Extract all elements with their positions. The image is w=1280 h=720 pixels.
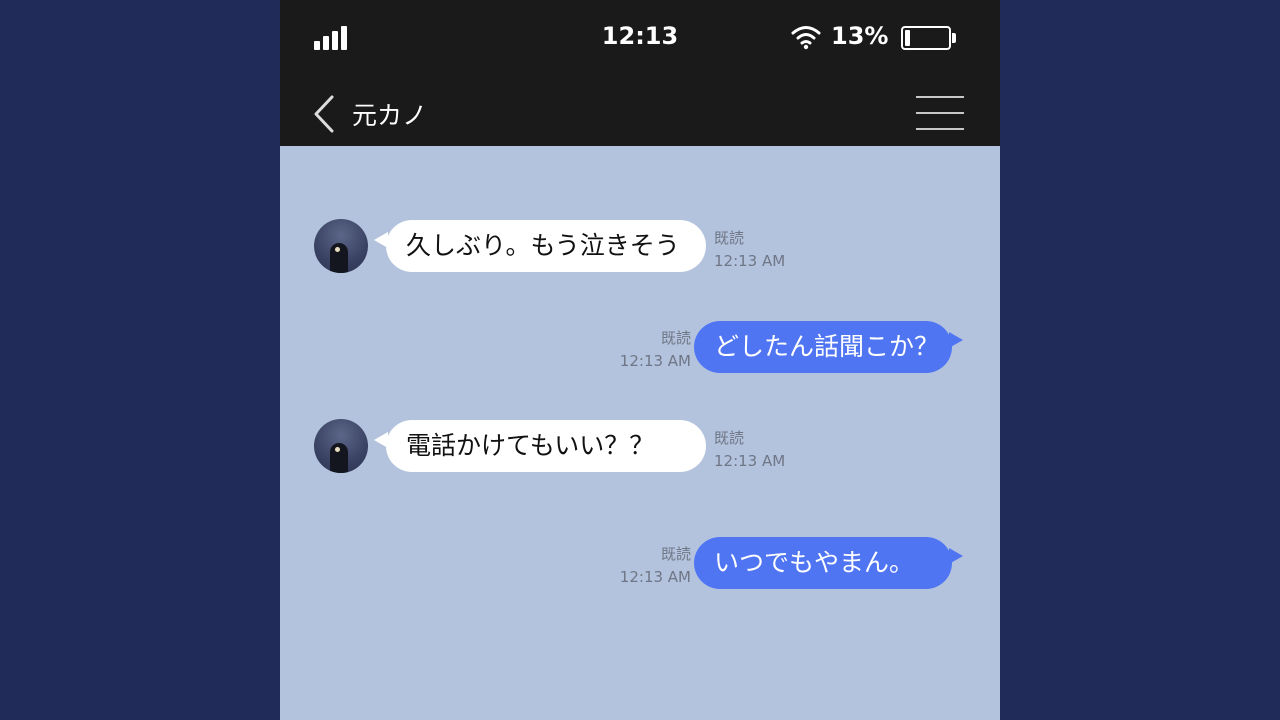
bubble-tail xyxy=(949,548,963,564)
read-receipt: 既読 xyxy=(714,229,745,247)
back-chevron-icon[interactable] xyxy=(310,94,340,134)
chat-title[interactable]: 元カノ xyxy=(352,96,427,132)
battery-cap xyxy=(952,33,956,43)
status-time: 12:13 xyxy=(601,22,679,50)
top-bar: 12:13 13% 元カノ xyxy=(280,0,1000,146)
message-bubble-outgoing[interactable]: いつでもやまん。 xyxy=(694,537,952,589)
read-receipt: 既読 xyxy=(660,329,691,347)
message-time: 12:13 AM xyxy=(619,352,691,370)
contact-avatar[interactable] xyxy=(314,419,368,473)
contact-avatar[interactable] xyxy=(314,219,368,273)
message-bubble-incoming[interactable]: 電話かけてもいい？？ xyxy=(386,420,706,472)
message-time: 12:13 AM xyxy=(714,252,786,270)
battery-level xyxy=(905,30,910,46)
phone-screen: 12:13 13% 元カノ 久しぶり。もう泣きそう 既読 12:13 AM どし… xyxy=(280,0,1000,720)
chat-area[interactable]: 久しぶり。もう泣きそう 既読 12:13 AM どしたん話聞こか？ 既読 12:… xyxy=(280,146,1000,720)
message-time: 12:13 AM xyxy=(714,452,786,470)
battery-percent: 13% xyxy=(831,22,889,50)
message-bubble-outgoing[interactable]: どしたん話聞こか？ xyxy=(694,321,952,373)
hamburger-menu-icon[interactable] xyxy=(916,94,966,132)
message-bubble-incoming[interactable]: 久しぶり。もう泣きそう xyxy=(386,220,706,272)
read-receipt: 既読 xyxy=(714,429,745,447)
battery-icon xyxy=(901,26,951,50)
bubble-tail xyxy=(949,332,963,348)
read-receipt: 既読 xyxy=(660,545,691,563)
wifi-icon xyxy=(791,26,821,50)
message-time: 12:13 AM xyxy=(619,568,691,586)
